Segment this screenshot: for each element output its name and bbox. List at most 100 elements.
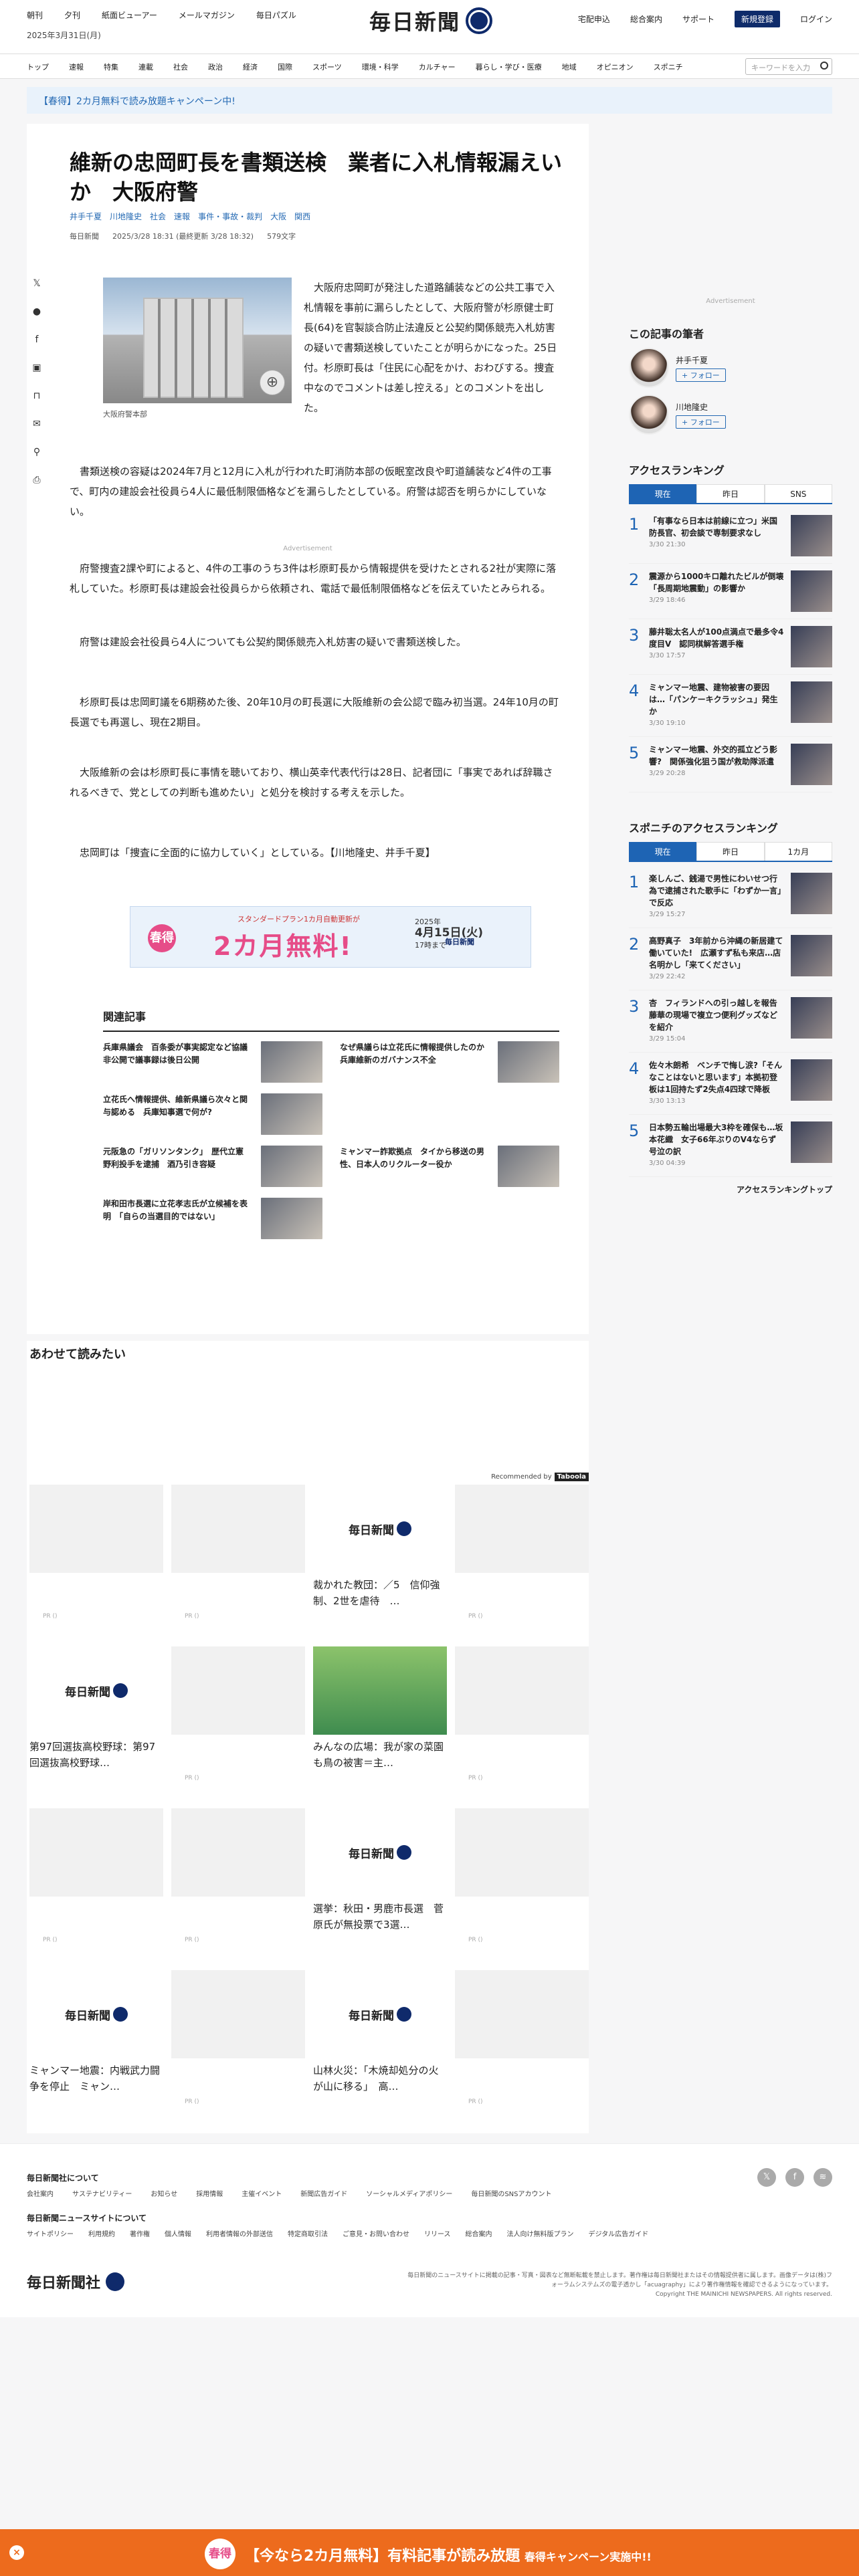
link-support[interactable]: サポート (682, 13, 714, 25)
close-icon[interactable]: × (9, 2545, 24, 2560)
follow-button[interactable]: + フォロー (676, 415, 726, 429)
ranking-item[interactable]: 2 震源から1000キロ離れたビルが倒壊 「長周期地震動」の影響か 3/29 18:… (629, 564, 832, 619)
footer-link[interactable]: 利用規約 (88, 2228, 115, 2238)
author-link-2[interactable]: 川地隆史 (110, 211, 142, 222)
footer-link[interactable]: 会社案内 (27, 2188, 54, 2198)
ranking-item[interactable]: 5 ミャンマー地震、外交的孤立どう影響? 関係強化狙う国が救助隊派遣 3/29 20… (629, 737, 832, 792)
footer-link[interactable]: 個人情報 (165, 2228, 191, 2238)
sponichi-item[interactable]: 3杏 フィランドへの引っ越しを報告 藤華の現場で複立つ便利グッズなどを紹介 3/2… (629, 990, 832, 1053)
avatar[interactable] (629, 348, 669, 388)
search-input[interactable]: キーワードを入力 (745, 58, 832, 75)
nav-world[interactable]: 国際 (278, 62, 292, 72)
bookmark-icon[interactable]: ⊓ (31, 390, 43, 402)
link-viewer[interactable]: 紙面ビューアー (102, 9, 157, 21)
recommend-card[interactable]: PR () (29, 1808, 163, 1943)
tag-kansai[interactable]: 関西 (294, 211, 310, 222)
recommend-card[interactable]: みんなの広場：我が家の菜園も鳥の被害＝主… (313, 1646, 447, 1771)
register-button[interactable]: 新規登録 (734, 11, 780, 27)
link-morning[interactable]: 朝刊 (27, 9, 43, 21)
recommend-card[interactable]: 毎日新聞 裁かれた教団：／5 信仰強制、2世を虐待 … (313, 1485, 447, 1609)
site-logo[interactable]: 毎日新聞 (369, 5, 493, 36)
nav-politics[interactable]: 政治 (208, 62, 223, 72)
sponichi-item[interactable]: 2 高野真子 3年前から沖縄の新居建て働いていた! 広瀬すず私も来店…店名明かし「… (629, 928, 832, 990)
promo-banner[interactable]: 【春得】2カ月無料で読み放題キャンペーン中! (27, 87, 832, 114)
tab-yesterday[interactable]: 昨日 (696, 484, 765, 503)
link-guide[interactable]: 総合案内 (630, 13, 662, 25)
footer-logo[interactable]: 毎日新聞社 (27, 2271, 125, 2292)
recommend-card[interactable]: 毎日新聞 山林火災：「木焼却処分の火が山に移る」 高… (313, 1970, 447, 2095)
nav-top[interactable]: トップ (27, 62, 49, 72)
recommend-card[interactable]: PR () (29, 1485, 163, 1620)
footer-link[interactable]: リリース (424, 2228, 451, 2238)
nav-society[interactable]: 社会 (173, 62, 188, 72)
recommend-card[interactable]: PR () (171, 1646, 305, 1782)
related-item[interactable]: なぜ県議らは立花氏に情報提供したのか 兵庫維新のガバナンス不全 (340, 1041, 559, 1083)
tab-now[interactable]: 現在 (629, 842, 697, 861)
x-icon[interactable]: 𝕏 (757, 2168, 776, 2187)
tag-society[interactable]: 社会 (150, 211, 166, 222)
related-item[interactable]: 兵庫県議会 百条委が事実認定など協議 非公開で議事録は後日公開 (103, 1041, 322, 1083)
tag-osaka[interactable]: 大阪 (270, 211, 286, 222)
footer-link[interactable]: ソーシャルメディアポリシー (366, 2188, 452, 2198)
nav-region[interactable]: 地域 (562, 62, 577, 72)
sponichi-item[interactable]: 4 佐々木朗希 ベンチで悔し涙?「そんなことはないと思います」本拠初登板は1回持た… (629, 1053, 832, 1115)
campaign-banner[interactable]: 春得 スタンダードプラン1カ月自動更新が 2カ月無料! 2025年 4月15日(火… (130, 906, 531, 968)
follow-button[interactable]: + フォロー (676, 368, 726, 382)
nav-sponichi[interactable]: スポニチ (654, 62, 683, 72)
footer-link[interactable]: 利用者情報の外部送信 (206, 2228, 273, 2238)
nav-breaking[interactable]: 速報 (69, 62, 84, 72)
hatena-share-icon[interactable]: ● (31, 306, 43, 318)
recommend-card[interactable]: PR () (455, 1485, 589, 1620)
comment-icon[interactable]: ▣ (31, 362, 43, 374)
ranking-item[interactable]: 4 ミャンマー地震、建物被害の要因は…「パンケーキクラッシュ」発生か 3/30 19… (629, 675, 832, 737)
tag-incident[interactable]: 事件・事故・裁判 (198, 211, 262, 222)
nav-feature[interactable]: 特集 (104, 62, 118, 72)
nav-sports[interactable]: スポーツ (312, 62, 342, 72)
search-icon[interactable] (820, 62, 828, 70)
ranking-more-link[interactable]: アクセスランキングトップ (629, 1184, 832, 1195)
ranking-heading[interactable]: アクセスランキング (629, 461, 832, 477)
nav-series[interactable]: 連載 (138, 62, 153, 72)
related-item[interactable]: 岸和田市長選に立花孝志氏が立候補を表明 「自らの当選目的ではない」 (103, 1198, 322, 1239)
zoom-icon[interactable]: ⊕ (260, 370, 285, 395)
author-name[interactable]: 川地隆史 (676, 401, 726, 413)
recommend-card[interactable]: PR () (455, 1970, 589, 2105)
recommend-card[interactable]: PR () (171, 1485, 305, 1620)
footer-link[interactable]: 法人向け無料版プラン (507, 2228, 574, 2238)
link-delivery[interactable]: 宅配申込 (578, 13, 610, 25)
bottom-cta-bar[interactable]: × 春得 【今なら2カ月無料】有料記事が読み放題 春得キャンペーン実施中!! (0, 2529, 859, 2576)
footer-link[interactable]: サステナビリティー (72, 2188, 132, 2198)
related-item[interactable]: 立花氏へ情報提供、維新県議ら次々と関与認める 兵庫知事選で何が? (103, 1093, 322, 1135)
link-mailmag[interactable]: メールマガジン (179, 9, 235, 21)
related-item[interactable]: 元阪急の「ガリソンタンク」 歴代立憲野利投手を逮捕 酒乃引き容疑 (103, 1146, 322, 1187)
facebook-icon[interactable]: f (785, 2168, 804, 2187)
recommend-card[interactable]: PR () (455, 1646, 589, 1782)
footer-link[interactable]: 毎日新聞のSNSアカウント (471, 2188, 551, 2198)
author-name[interactable]: 井手千夏 (676, 354, 726, 366)
footer-link[interactable]: 総合案内 (466, 2228, 492, 2238)
x-share-icon[interactable]: 𝕏 (31, 278, 43, 290)
author-link-1[interactable]: 井手千夏 (70, 211, 102, 222)
ranking-item[interactable]: 1 「有事なら日本は前線に立つ」米国防長官、初会談で専制要求なし 3/30 21:3… (629, 508, 832, 564)
ranking-item[interactable]: 3 藤井聡太名人が100点満点で最多令4度目V 認同棋解答選手権 3/30 17:5… (629, 619, 832, 675)
footer-link[interactable]: 採用情報 (196, 2188, 223, 2198)
footer-link[interactable]: 特定商取引法 (288, 2228, 328, 2238)
footer-link[interactable]: サイトポリシー (27, 2228, 74, 2238)
tab-now[interactable]: 現在 (629, 484, 697, 503)
mail-icon[interactable]: ✉ (31, 418, 43, 430)
link-icon[interactable]: ⚲ (31, 446, 43, 458)
recommend-card[interactable]: PR () (171, 1970, 305, 2105)
nav-economy[interactable]: 経済 (243, 62, 258, 72)
footer-link[interactable]: 著作権 (130, 2228, 150, 2238)
footer-link[interactable]: 新聞広告ガイド (300, 2188, 347, 2198)
sponichi-item[interactable]: 1 楽しんご、銭湯で男性にわいせつ行為で逮捕された歌手に「わずか一言」で反応 3/2… (629, 866, 832, 928)
link-puzzle[interactable]: 毎日パズル (256, 9, 296, 21)
sponichi-item[interactable]: 5 日本勢五輪出場最大3枠を確保も…坂本花織 女子66年ぶりのV4ならず号泣の訳 3… (629, 1115, 832, 1177)
print-icon[interactable]: ⎙ (31, 474, 43, 486)
tag-breaking[interactable]: 速報 (174, 211, 190, 222)
tab-month[interactable]: 1カ月 (764, 842, 832, 861)
link-evening[interactable]: 夕刊 (64, 9, 80, 21)
footer-link[interactable]: 主催イベント (242, 2188, 282, 2198)
footer-link[interactable]: ご意見・お問い合わせ (343, 2228, 409, 2238)
related-item[interactable]: ミャンマー詐欺拠点 タイから移送の男性、日本人のリクルーター役か (340, 1146, 559, 1187)
